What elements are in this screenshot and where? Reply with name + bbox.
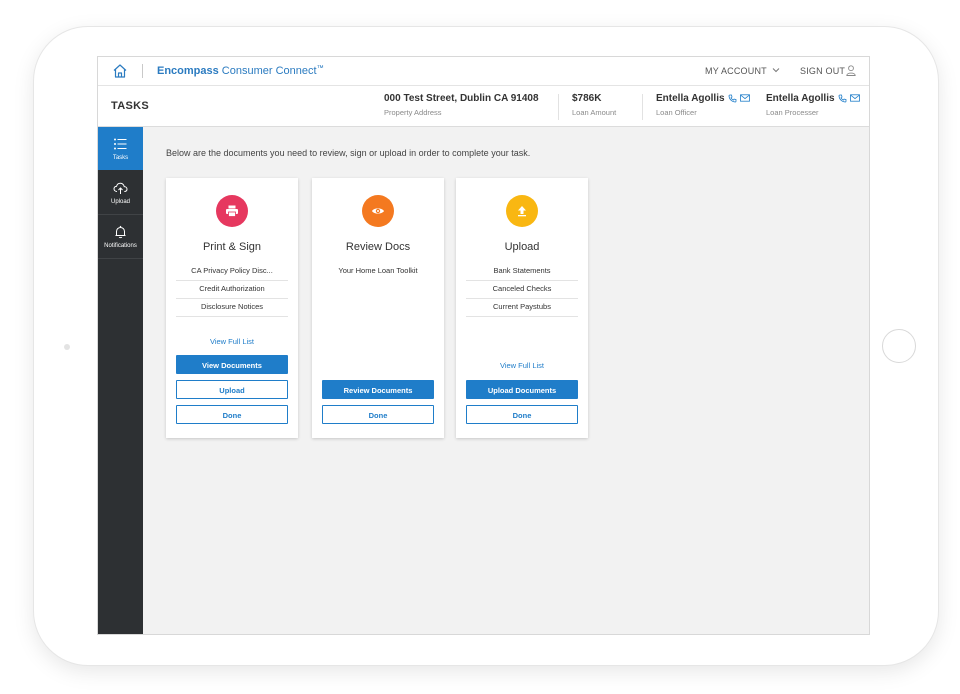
tablet-camera (64, 344, 70, 350)
property-address: 000 Test Street, Dublin CA 91408 (384, 93, 539, 104)
loan-processor-name: Entella Agollis (766, 93, 835, 104)
upload-button[interactable]: Upload (176, 380, 288, 399)
upload-arrow-icon (518, 206, 526, 217)
loan-officer-block: Entella Agollis Loan Officer (656, 93, 750, 117)
phone-icon[interactable] (728, 94, 737, 103)
sidebar-item-label: Notifications (104, 243, 137, 249)
property-address-block: 000 Test Street, Dublin CA 91408 Propert… (384, 93, 539, 117)
view-documents-button[interactable]: View Documents (176, 355, 288, 374)
task-card-print-sign: Print & Sign CA Privacy Policy Disc... C… (166, 178, 298, 438)
loan-processor-label: Loan Processer (766, 108, 819, 117)
review-documents-button[interactable]: Review Documents (322, 380, 434, 399)
my-account-menu[interactable]: MY ACCOUNT (705, 66, 767, 76)
document-item[interactable]: Credit Authorization (176, 280, 288, 299)
eye-icon (372, 208, 384, 214)
done-button[interactable]: Done (466, 405, 578, 424)
email-icon[interactable] (739, 94, 750, 102)
sidebar-item-upload[interactable]: Upload (98, 171, 143, 215)
document-item[interactable]: Disclosure Notices (176, 298, 288, 317)
upload-documents-button[interactable]: Upload Documents (466, 380, 578, 399)
email-icon[interactable] (849, 94, 860, 102)
page-title: TASKS (111, 100, 149, 112)
loan-amount-block: $786K Loan Amount (572, 93, 616, 117)
loan-amount-label: Loan Amount (572, 108, 617, 117)
property-address-label: Property Address (384, 108, 442, 117)
card-title: Review Docs (345, 241, 411, 253)
info-divider (642, 94, 643, 120)
card-title: Print & Sign (202, 241, 262, 253)
loan-officer-name: Entella Agollis (656, 93, 725, 104)
document-item[interactable]: Bank Statements (466, 262, 578, 281)
view-full-list-link[interactable]: View Full List (456, 361, 588, 370)
bell-icon (115, 225, 126, 239)
cloud-upload-icon (113, 182, 128, 194)
view-full-list-link[interactable]: View Full List (166, 337, 298, 346)
card-title: Upload (504, 241, 540, 253)
sign-out-link[interactable]: SIGN OUT (800, 66, 845, 76)
sidebar-item-label: Tasks (112, 155, 129, 161)
document-item[interactable]: Your Home Loan Toolkit (322, 262, 434, 280)
sidebar-item-tasks[interactable]: Tasks (98, 127, 143, 170)
sidebar: Tasks Upload Notifications (98, 127, 143, 634)
sidebar-item-label: Upload (110, 199, 130, 205)
review-docs-badge (362, 195, 394, 227)
phone-icon[interactable] (838, 94, 847, 103)
done-button[interactable]: Done (176, 405, 288, 424)
chevron-down-icon[interactable] (772, 67, 780, 73)
done-button[interactable]: Done (322, 405, 434, 424)
document-item[interactable]: CA Privacy Policy Disc... (176, 262, 288, 281)
nav-divider (142, 64, 143, 78)
list-icon (114, 138, 127, 150)
user-icon[interactable] (846, 65, 856, 76)
loan-info-bar: TASKS 000 Test Street, Dublin CA 91408 P… (98, 86, 869, 127)
task-card-upload: Upload Bank Statements Canceled Checks C… (456, 178, 588, 438)
document-item[interactable]: Current Paystubs (466, 298, 578, 317)
loan-processor-block: Entella Agollis Loan Processer (766, 93, 860, 117)
tablet-home-button[interactable] (882, 329, 916, 363)
brand-logo: Encompass Consumer Connect™ (157, 65, 324, 77)
info-divider (558, 94, 559, 120)
sidebar-item-notifications[interactable]: Notifications (98, 215, 143, 259)
upload-badge (506, 195, 538, 227)
document-item[interactable]: Canceled Checks (466, 280, 578, 299)
app-screen: Encompass Consumer Connect™ MY ACCOUNT S… (97, 56, 870, 635)
task-instructions: Below are the documents you need to revi… (166, 148, 531, 158)
print-sign-badge (216, 195, 248, 227)
top-nav-bar: Encompass Consumer Connect™ MY ACCOUNT S… (98, 57, 869, 86)
task-card-review-docs: Review Docs Your Home Loan Toolkit Revie… (312, 178, 444, 438)
home-icon[interactable] (112, 63, 128, 79)
printer-icon (226, 205, 238, 217)
loan-officer-label: Loan Officer (656, 108, 697, 117)
loan-amount: $786K (572, 93, 602, 104)
